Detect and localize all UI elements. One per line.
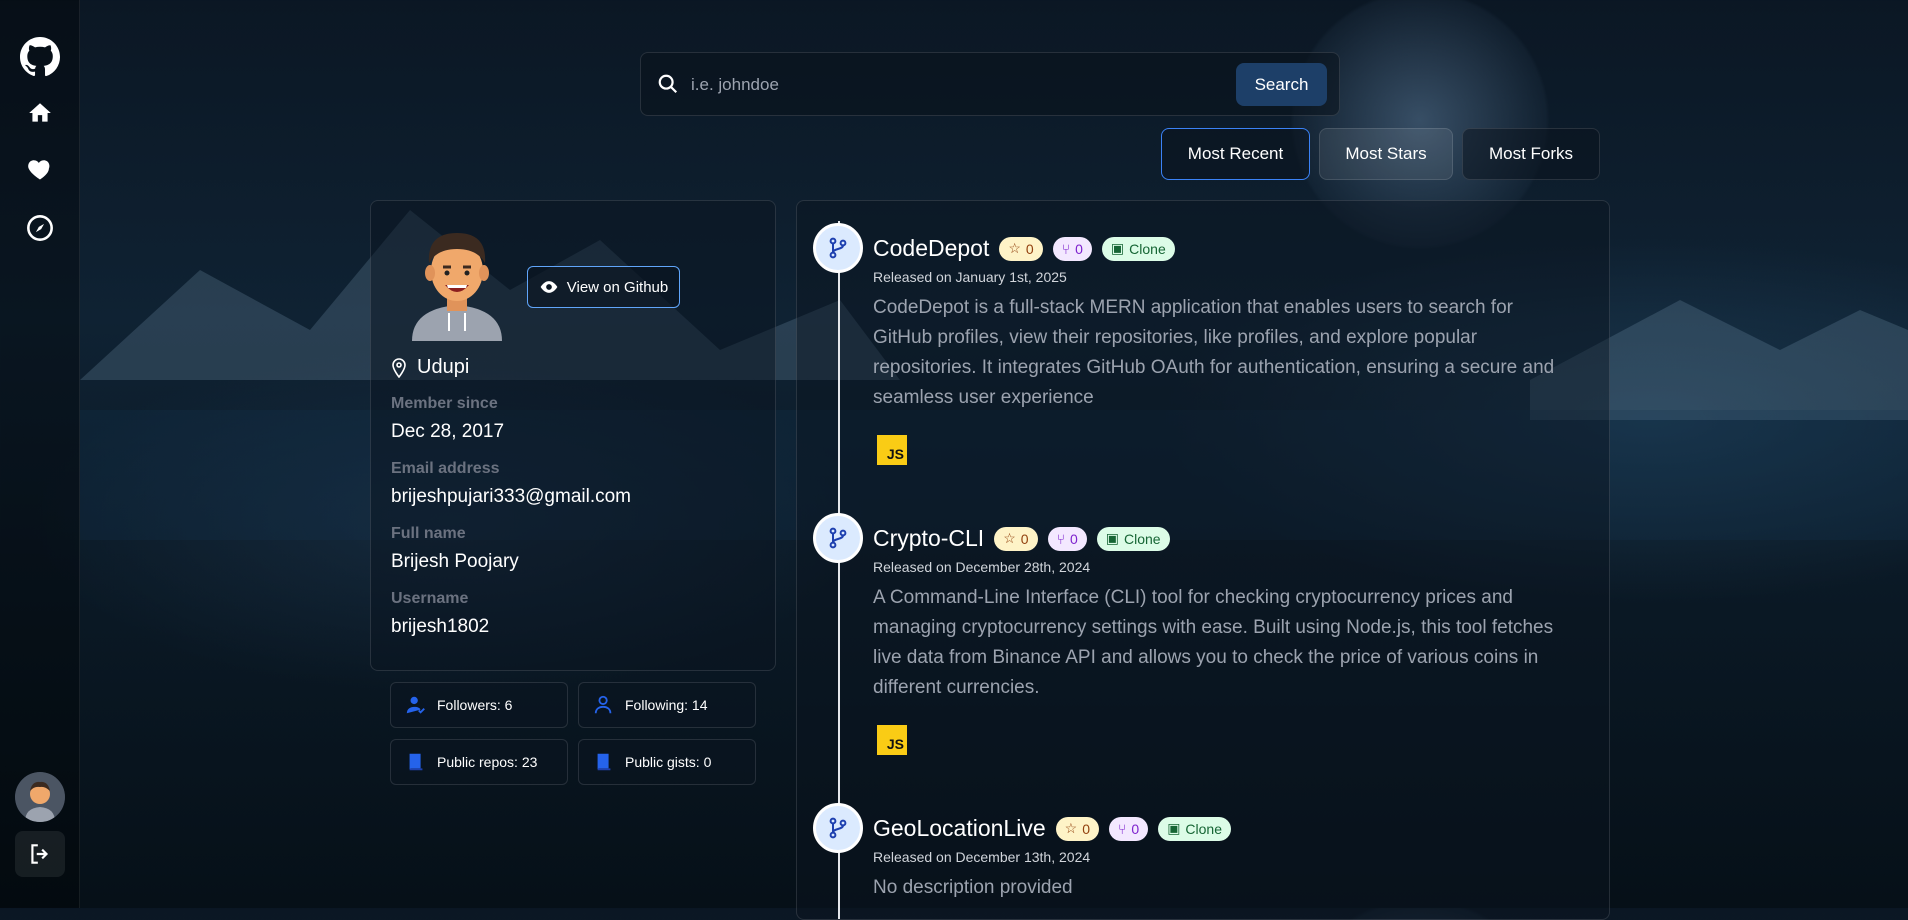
clone-label: Clone (1185, 820, 1223, 837)
repo-description: A Command-Line Interface (CLI) tool for … (873, 587, 1554, 698)
star-count: 0 (1082, 820, 1090, 837)
location: Udupi (391, 356, 469, 379)
book-icon (597, 753, 611, 771)
fork-count: 0 (1069, 530, 1078, 547)
explore-compass-icon[interactable] (20, 208, 60, 248)
email-label: Email address (391, 460, 500, 477)
sidebar (0, 0, 80, 908)
star-count-badge: ☆ 0 (994, 526, 1038, 551)
star-count-badge: ☆ 0 (1055, 816, 1099, 841)
star-icon: ☆ (1003, 530, 1016, 546)
public-repos-stat: Public repos: 23 (390, 739, 568, 785)
fork-count: 0 (1075, 240, 1083, 257)
repo-date: Released on December 13th, 2024 (873, 849, 1091, 865)
copy-icon: ▣ (1105, 530, 1119, 546)
user-outline-icon (594, 695, 612, 714)
search-icon (658, 74, 678, 94)
repo-description: CodeDepot is a full-stack MERN applicati… (873, 297, 1555, 408)
clone-label: Clone (1124, 530, 1161, 547)
repo-name-link[interactable]: Crypto-CLI (873, 525, 984, 552)
profile-avatar (412, 233, 502, 341)
repository-list: CodeDepot ☆ 0 ⑂ 0 ▣ Clone Released on Janua… (796, 200, 1610, 920)
public-gists-text: Public gists: 0 (625, 754, 712, 770)
javascript-icon: JS (877, 725, 907, 755)
branch-icon (813, 513, 863, 563)
repo-date: Released on December 28th, 2024 (873, 559, 1091, 575)
star-count: 0 (1025, 240, 1034, 257)
clone-button[interactable]: ▣ Clone (1101, 236, 1175, 261)
logout-icon (31, 844, 49, 864)
fork-count: 0 (1131, 820, 1140, 837)
followers-stat: Followers: 6 (390, 682, 568, 728)
location-pin-icon (392, 357, 406, 378)
home-icon[interactable] (20, 93, 60, 133)
view-on-github-label: View on Github (566, 278, 669, 296)
fork-count-badge: ⑂ 0 (1108, 816, 1149, 841)
sort-most-recent-button[interactable]: Most Recent (1161, 128, 1310, 180)
location-text: Udupi (417, 356, 470, 378)
following-stat: Following: 14 (578, 682, 756, 728)
star-count-badge: ☆ 0 (999, 236, 1043, 261)
branch-icon (813, 803, 863, 853)
clone-button[interactable]: ▣ Clone (1158, 816, 1232, 841)
star-icon: ☆ (1008, 240, 1021, 256)
javascript-icon: JS (877, 435, 907, 465)
fork-icon: ⑂ (1117, 820, 1127, 837)
search-input[interactable] (689, 67, 1253, 103)
fork-count-badge: ⑂ 0 (1052, 236, 1092, 261)
sort-most-forks-button[interactable]: Most Forks (1462, 128, 1600, 180)
user-check-icon (406, 696, 425, 714)
view-on-github-button[interactable]: View on Github (527, 266, 680, 308)
username-value: brijesh1802 (391, 616, 490, 637)
repo-description: No description provided (873, 877, 1073, 898)
full-name-value: Brijesh Poojary (391, 551, 519, 572)
user-avatar[interactable] (15, 772, 65, 822)
fork-count-badge: ⑂ 0 (1047, 526, 1087, 551)
public-gists-stat: Public gists: 0 (578, 739, 756, 785)
full-name-label: Full name (391, 525, 466, 542)
public-repos-text: Public repos: 23 (437, 754, 538, 770)
username-label: Username (391, 590, 469, 607)
search-button[interactable]: Search (1236, 63, 1327, 106)
logout-button[interactable] (15, 831, 65, 877)
following-text: Following: 14 (625, 697, 708, 713)
followers-text: Followers: 6 (437, 697, 513, 713)
branch-icon (813, 223, 863, 273)
search-bar: Search (640, 52, 1340, 116)
star-icon: ☆ (1064, 820, 1078, 836)
heart-icon[interactable] (20, 149, 60, 189)
repo-date: Released on January 1st, 2025 (873, 269, 1067, 285)
copy-icon: ▣ (1110, 240, 1125, 256)
member-since-label: Member since (391, 395, 498, 412)
clone-button[interactable]: ▣ Clone (1096, 526, 1170, 551)
github-logo-icon[interactable] (20, 37, 60, 77)
email-value: brijeshpujari333@gmail.com (391, 486, 632, 507)
fork-icon: ⑂ (1061, 240, 1071, 257)
member-since-value: Dec 28, 2017 (391, 421, 505, 442)
clone-label: Clone (1129, 240, 1166, 257)
profile-card: View on Github Udupi Member since Dec 28… (370, 200, 776, 671)
repo-name-link[interactable]: GeoLocationLive (873, 815, 1046, 842)
star-count: 0 (1020, 530, 1029, 547)
book-icon (409, 753, 423, 771)
fork-icon: ⑂ (1056, 530, 1065, 547)
eye-icon (540, 281, 558, 293)
sort-most-stars-button[interactable]: Most Stars (1319, 128, 1453, 180)
repo-name-link[interactable]: CodeDepot (873, 235, 989, 262)
copy-icon: ▣ (1167, 820, 1181, 836)
